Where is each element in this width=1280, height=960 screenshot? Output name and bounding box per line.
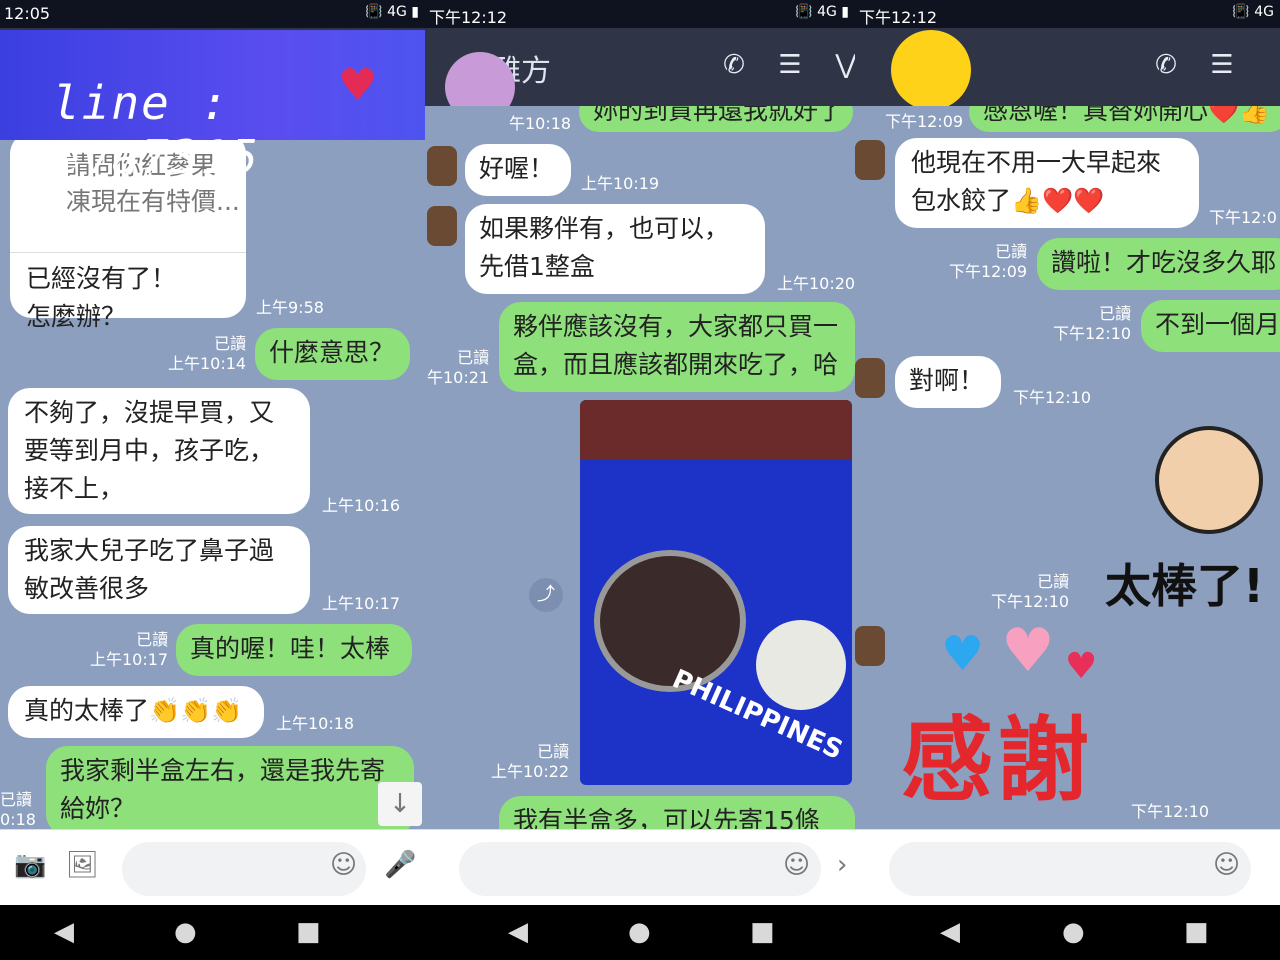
android-nav-bar: ◀ ● ■ ◀ ● ■ ◀ ● ■ — [0, 905, 1280, 960]
avatar[interactable] — [427, 146, 457, 186]
input-bar: ☺ › — [425, 829, 855, 905]
message-bubble[interactable]: 不到一個月 — [1141, 300, 1280, 352]
photo-jar — [594, 550, 746, 692]
message-time: 下午12:0 — [1209, 208, 1277, 227]
message-input[interactable] — [459, 842, 821, 896]
shared-photo[interactable]: PHILIPPINES — [580, 400, 852, 785]
message-time: 上午10:17 — [322, 594, 401, 613]
signal-icons: 📳 4G ▮ — [365, 4, 419, 20]
back-icon[interactable]: ◀ — [508, 917, 528, 947]
avatar[interactable] — [855, 140, 885, 180]
read-receipt: 已讀 上午10:22 — [491, 742, 570, 781]
signal-icons: 📳 4G — [1232, 4, 1274, 20]
phone-icon[interactable]: ✆ — [1151, 50, 1181, 80]
thanks-sticker[interactable]: 感謝 — [901, 686, 1093, 819]
input-bar: ☺ — [855, 829, 1280, 905]
notes-icon[interactable]: ☰ — [775, 50, 805, 80]
recents-icon[interactable]: ■ — [750, 917, 775, 947]
share-icon[interactable]: ⤴ — [529, 578, 563, 612]
heart-icon: ♥ — [1001, 616, 1055, 686]
read-receipt: 已讀 午10:21 — [427, 348, 490, 387]
message-bubble[interactable]: 他現在不用一大早起來 包水餃了👍❤️❤️ — [895, 138, 1199, 228]
message-bubble[interactable]: 我有半盒多，可以先寄15條 — [499, 796, 855, 830]
avatar[interactable] — [855, 358, 885, 398]
status-clock: 下午12:12 — [859, 8, 938, 27]
avatar[interactable] — [855, 626, 885, 666]
recents-icon[interactable]: ■ — [296, 917, 321, 947]
message-bubble[interactable]: 我家大兒子吃了鼻子過 敏改善很多 — [8, 526, 310, 614]
message-time: 下午12:09 — [885, 112, 964, 131]
back-icon[interactable]: ◀ — [54, 917, 74, 947]
home-icon[interactable]: ● — [1062, 917, 1085, 947]
status-bar: 12:05 📳 4G ▮ — [0, 0, 425, 28]
status-bar: 下午12:12 📳 4G ▮ — [425, 0, 855, 28]
message-time: 上午10:19 — [581, 174, 660, 193]
back-icon[interactable]: ◀ — [940, 917, 960, 947]
emoji-icon[interactable]: ☺ — [330, 850, 357, 880]
message-time: 上午10:18 — [276, 714, 355, 733]
chat-panel-1: 12:05 📳 4G ▮ 請問你紅蔘果 凍現在有特價... 已經沒有了！ 怎麼辦… — [0, 0, 425, 905]
avatar[interactable] — [427, 206, 457, 246]
message-time: 上午10:20 — [777, 274, 855, 293]
emoji-icon[interactable]: ☺ — [783, 850, 810, 880]
home-icon[interactable]: ● — [174, 917, 197, 947]
message-time: 下午12:10 — [1013, 388, 1092, 407]
grandpa-sticker[interactable] — [1155, 426, 1263, 534]
read-receipt: 已讀 下午12:10 — [991, 572, 1070, 611]
message-bubble[interactable]: 我家剩半盒左右，還是我先寄 給妳？ — [46, 746, 414, 830]
read-receipt: 已讀 上午10:17 — [90, 630, 169, 669]
message-bubble[interactable]: 感恩喔！真替妳開心❤️👍 — [969, 106, 1280, 132]
status-clock: 12:05 — [4, 4, 51, 23]
message-list[interactable]: 下午12:09 感恩喔！真替妳開心❤️👍 他現在不用一大早起來 包水餃了👍❤️❤… — [855, 106, 1280, 830]
message-bubble[interactable]: 好喔！ — [465, 144, 571, 196]
message-bubble[interactable]: 夥伴應該沒有，大家都只買一 盒，而且應該都開來吃了，哈 — [499, 302, 855, 392]
message-bubble[interactable]: 真的太棒了👏👏👏 — [8, 686, 264, 738]
image-icon[interactable]: 🖼 — [66, 850, 99, 880]
message-list[interactable]: 請問你紅蔘果 凍現在有特價... 已經沒有了！ 怎麼辦？ 上午9:58 已讀 上午… — [0, 106, 425, 830]
message-text: 已經沒有了！ 怎麼辦？ — [26, 264, 177, 331]
microphone-icon[interactable]: 🎤 — [384, 850, 416, 880]
read-receipt: 已讀 上午10:14 — [168, 334, 247, 373]
photo-lid — [756, 620, 846, 710]
chat-panel-3: 下午12:12 📳 4G ✆ ☰ 下午12:09 感恩喔！真替妳開心❤️👍 他現… — [855, 0, 1280, 905]
read-receipt: 已讀 下午12:09 — [949, 242, 1028, 281]
expand-icon[interactable]: › — [837, 850, 847, 880]
signal-icons: 📳 4G ▮ — [795, 4, 849, 20]
menu-icon[interactable]: ⋁ — [831, 50, 855, 80]
home-icon[interactable]: ● — [628, 917, 651, 947]
sticker-text: 太棒了! — [1105, 559, 1264, 613]
read-receipt: 已讀 0:18 — [0, 790, 36, 829]
message-bubble[interactable]: 真的喔！哇！太棒 — [176, 624, 412, 676]
heart-icon: ♥ — [1065, 646, 1098, 687]
message-time: 下午12:10 — [1131, 802, 1210, 821]
message-bubble[interactable]: 不夠了，沒提早買，又 要等到月中，孩子吃， 接不上， — [8, 388, 310, 514]
photo-tray-edge — [580, 400, 852, 460]
recents-icon[interactable]: ■ — [1184, 917, 1209, 947]
message-bubble[interactable]: 什麼意思？ — [255, 328, 410, 380]
message-time: 上午9:58 — [256, 298, 324, 317]
flower-sticker — [891, 30, 971, 110]
message-time: 午10:18 — [509, 114, 572, 133]
message-bubble[interactable]: 讚啦！才吃沒多久耶 — [1037, 238, 1280, 290]
heart-icon: ♥ — [338, 60, 378, 111]
watermark-banner: line : eva7315 ♥ — [0, 30, 425, 184]
status-bar: 下午12:12 📳 4G — [855, 0, 1280, 28]
emoji-icon[interactable]: ☺ — [1213, 850, 1240, 880]
input-bar: 📷 🖼 ☺ 🎤 — [0, 829, 425, 905]
read-receipt: 已讀 下午12:10 — [1053, 304, 1132, 343]
notes-icon[interactable]: ☰ — [1207, 50, 1237, 80]
camera-icon[interactable]: 📷 — [14, 850, 46, 880]
message-bubble[interactable]: 對啊！ — [895, 356, 1001, 408]
message-bubble[interactable]: 妳的到貨再還我就好了 — [579, 106, 853, 132]
status-clock: 下午12:12 — [429, 8, 508, 27]
heart-icon: ♥ — [941, 626, 985, 682]
message-input[interactable] — [889, 842, 1251, 896]
message-time: 上午10:16 — [322, 496, 401, 515]
message-bubble[interactable]: 如果夥伴有，也可以， 先借1整盒 — [465, 204, 765, 294]
phone-icon[interactable]: ✆ — [719, 50, 749, 80]
scroll-down-button[interactable]: ↓ — [378, 782, 422, 826]
